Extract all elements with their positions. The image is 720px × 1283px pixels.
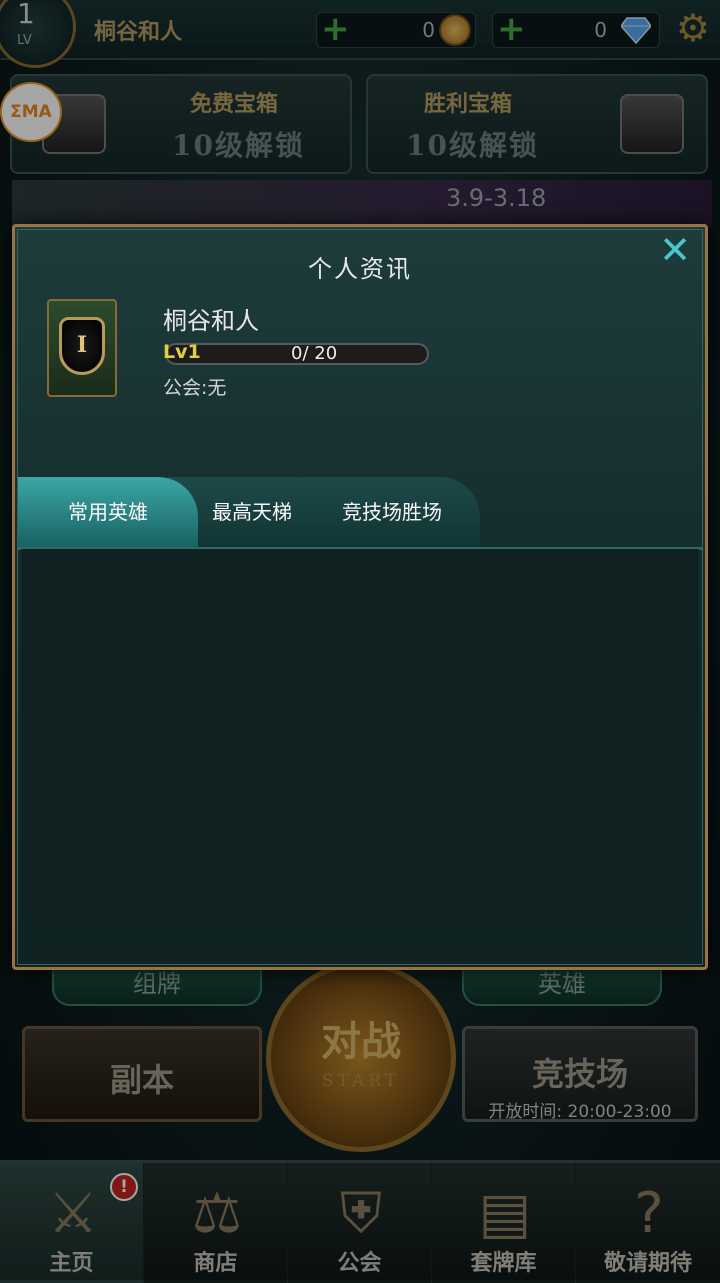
profile-dialog: 个人资讯 ✕ I 桐谷和人 Lv1 0/ 20 公会:无 竞技场胜场 最高天梯 … [12,224,708,970]
close-icon[interactable]: ✕ [657,231,693,269]
profile-level: Lv1 [163,341,201,363]
tab-content-panel [21,549,699,923]
profile-tabs: 竞技场胜场 最高天梯 常用英雄 [18,477,702,550]
profile-player-name: 桐谷和人 [163,307,259,335]
rank-numeral: I [76,332,88,358]
rank-shield-icon: I [59,317,105,375]
dialog-title: 个人资讯 [308,255,412,283]
guild-info: 公会:无 [163,377,227,399]
xp-progress-text: 0/ 20 [291,343,338,364]
player-avatar: I [47,299,117,397]
tab-frequent-heroes[interactable]: 常用英雄 [18,477,198,547]
